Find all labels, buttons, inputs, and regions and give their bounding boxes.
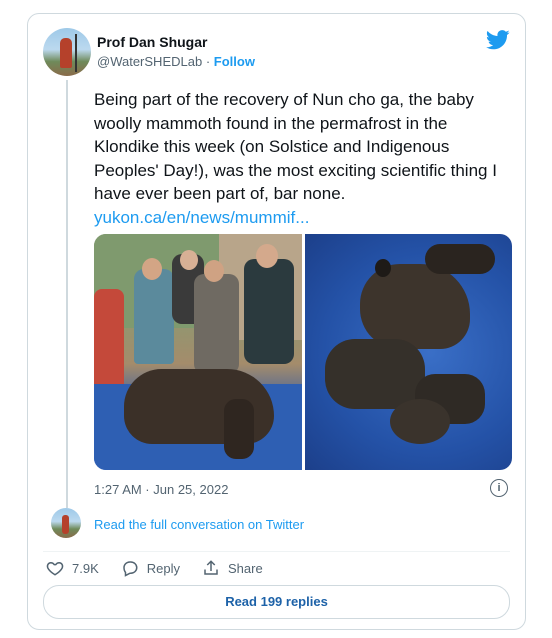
- thread-avatar[interactable]: [51, 508, 81, 538]
- divider: [43, 551, 510, 552]
- action-bar: 7.9K Reply Share: [46, 559, 285, 577]
- reply-icon: [122, 561, 138, 577]
- like-button[interactable]: 7.9K: [46, 559, 99, 577]
- thread-line: [66, 80, 68, 508]
- reply-label: Reply: [146, 560, 180, 576]
- share-label: Share: [228, 560, 263, 576]
- read-conversation-link[interactable]: Read the full conversation on Twitter: [94, 517, 304, 532]
- like-count: 7.9K: [72, 560, 99, 576]
- author-avatar[interactable]: [43, 28, 91, 76]
- share-button[interactable]: Share: [202, 559, 263, 577]
- tweet-text: Being part of the recovery of Nun cho ga…: [94, 90, 497, 203]
- reply-button[interactable]: Reply: [121, 559, 180, 577]
- tweet-body: Being part of the recovery of Nun cho ga…: [94, 88, 514, 229]
- tweet-timestamp[interactable]: 1:27 AM · Jun 25, 2022: [94, 482, 228, 497]
- read-replies-button[interactable]: Read 199 replies: [43, 585, 510, 619]
- meta-separator: ·: [205, 54, 211, 69]
- share-icon: [204, 560, 218, 575]
- follow-button[interactable]: Follow: [214, 54, 255, 69]
- info-icon[interactable]: i: [490, 479, 508, 497]
- tweet-card: Prof Dan Shugar @WaterSHEDLab · Follow B…: [27, 13, 526, 630]
- photo-mammoth-on-tarp[interactable]: [304, 234, 512, 470]
- tweet-media[interactable]: [94, 234, 512, 470]
- author-name[interactable]: Prof Dan Shugar: [97, 34, 207, 50]
- tweet-link[interactable]: yukon.ca/en/news/mummif...: [94, 206, 514, 230]
- author-meta: @WaterSHEDLab · Follow: [97, 54, 255, 69]
- photo-group-with-mammoth[interactable]: [94, 234, 302, 470]
- twitter-bird-icon[interactable]: [486, 30, 510, 50]
- heart-icon: [46, 561, 64, 576]
- author-handle[interactable]: @WaterSHEDLab: [97, 54, 202, 69]
